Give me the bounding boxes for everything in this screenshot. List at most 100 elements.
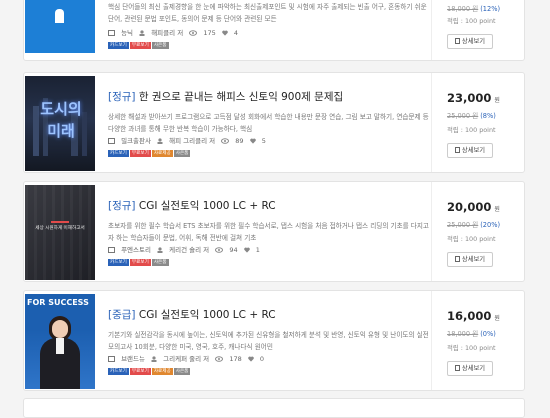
author-icon — [139, 30, 145, 38]
detail-button[interactable]: 상세보기 — [447, 252, 493, 267]
book-meta: 능닉 해피클리 저 175 4 — [108, 27, 242, 38]
original-price: 18,000 원 (0%) — [447, 330, 496, 338]
badges: 카드보기 무료보기 자료제공 사은품 — [108, 368, 191, 387]
detail-button[interactable]: 상세보기 — [447, 34, 493, 49]
discount-rate: (20%) — [480, 221, 501, 229]
level-tag: [정규] — [108, 91, 136, 103]
book-title[interactable]: [정규] 한 권으로 끝내는 해피스 신토익 900제 문제집 — [108, 89, 343, 104]
document-icon — [454, 36, 460, 49]
views-count: 175 — [203, 29, 216, 37]
likes-icon — [249, 138, 256, 146]
badge: 카드보기 — [108, 368, 129, 375]
book-card — [23, 398, 525, 418]
cover-title: 세상 시원하게 이해하고서 — [35, 226, 85, 231]
point-info: 적립 : 100 point — [447, 235, 496, 243]
book-description: 초보자를 위한 필수 학습서 ETS 초보자를 위한 필수 학습서로, 탭스 시… — [108, 222, 429, 242]
book-card: FOR SUCCESS [중급] CGI 실전토익 1000 LC + RC 기… — [23, 290, 525, 391]
price-panel: 16,000 원 18,000 원 (0%) 적립 : 100 point 상세보기 — [431, 291, 524, 390]
badge: 자료제공 — [151, 150, 173, 157]
price-panel: 23,000 원 25,000 원 (8%) 적립 : 100 point 상세보기 — [431, 73, 524, 172]
book-cover[interactable] — [25, 0, 95, 53]
publisher-icon — [108, 356, 115, 364]
badges: 카드보기 무료보기 사은품 — [108, 42, 170, 60]
level-tag: [중급] — [108, 309, 136, 321]
book-title[interactable]: [정규] CGI 실전토익 1000 LC + RC — [108, 198, 276, 213]
point-info: 적립 : 100 point — [447, 126, 496, 134]
author: 해피클리 저 — [151, 29, 184, 37]
price-panel: 20,000 원 25,000 원 (20%) 적립 : 100 point 상세보… — [431, 182, 524, 281]
views-count: 94 — [229, 246, 238, 254]
document-icon — [454, 145, 460, 158]
badge: 무료보기 — [129, 259, 151, 266]
original-price: 25,000 원 (8%) — [447, 112, 496, 120]
views-icon — [215, 356, 224, 364]
book-cover[interactable]: 세상 시원하게 이해하고서 — [25, 185, 95, 280]
book-description: 상세한 해설과 받아쓰기 프로그램으로 고득점 달성 회화에서 학습한 내용만 … — [108, 113, 429, 133]
discount-rate: (12%) — [480, 5, 501, 13]
author-icon — [157, 138, 163, 146]
likes-icon — [222, 30, 228, 38]
author: 그리케퍼 줄리 저 — [163, 355, 210, 363]
author: 케리건 숄리 저 — [169, 246, 210, 254]
badge: 사은품 — [173, 150, 191, 157]
author-icon — [151, 356, 157, 364]
book-card: 도시의 미래 [정규] 한 권으로 끝내는 해피스 신토익 900제 문제집 상… — [23, 72, 525, 173]
likes-count: 1 — [255, 246, 260, 254]
likes-count: 5 — [261, 137, 266, 145]
book-meta: 푸엔스토리 케리건 숄리 저 94 1 — [108, 244, 264, 255]
cover-title: FOR SUCCESS — [27, 298, 89, 307]
book-card: 세상 시원하게 이해하고서 [정규] CGI 실전토익 1000 LC + RC… — [23, 181, 525, 282]
badge: 사은품 — [151, 259, 169, 266]
book-meta: 밀크출판사 해피 그리클리 저 89 5 — [108, 135, 270, 146]
publisher-icon — [108, 247, 115, 255]
book-cover[interactable]: FOR SUCCESS — [25, 294, 95, 389]
point-info: 적립 : 100 point — [447, 344, 496, 352]
sale-price: 23,000 원 — [447, 91, 500, 105]
likes-icon — [243, 247, 250, 255]
views-count: 178 — [229, 355, 242, 363]
cover-logo-icon — [55, 9, 64, 23]
publisher: 푸엔스토리 — [121, 246, 151, 254]
views-count: 89 — [235, 137, 244, 145]
badge: 카드보기 — [108, 150, 129, 157]
book-description: 기본기와 실전감각을 동시에 높이는, 신토익에 추가된 신유형을 철저하게 분… — [108, 331, 429, 351]
original-price: 18,000 원 (12%) — [447, 5, 501, 13]
publisher: 브랜드뉴 — [121, 355, 145, 363]
book-cover[interactable]: 도시의 미래 — [25, 76, 95, 171]
badge: 무료보기 — [129, 150, 151, 157]
point-info: 적립 : 100 point — [447, 17, 496, 25]
book-meta: 브랜드뉴 그리케퍼 줄리 저 178 0 — [108, 353, 268, 364]
views-icon — [189, 30, 198, 38]
likes-count: 4 — [233, 29, 239, 37]
book-title[interactable]: [중급] CGI 실전토익 1000 LC + RC — [108, 307, 276, 322]
discount-rate: (0%) — [480, 330, 496, 338]
sale-price: 20,000 원 — [447, 200, 500, 214]
book-description: 핵심 단어들의 최신 출제경향을 한 눈에 파악하는 최신출제포인트 및 시험에… — [108, 3, 427, 23]
badges: 카드보기 무료보기 자료제공 사은품 — [108, 150, 191, 169]
document-icon — [454, 363, 460, 376]
publisher-icon — [108, 138, 115, 146]
original-price: 25,000 원 (20%) — [447, 221, 501, 229]
book-card: 핵심 단어들의 최신 출제경향을 한 눈에 파악하는 최신출제포인트 및 시험에… — [23, 0, 525, 61]
level-tag: [정규] — [108, 200, 136, 212]
views-icon — [215, 247, 224, 255]
document-icon — [454, 254, 460, 267]
badges: 카드보기 무료보기 사은품 — [108, 259, 170, 278]
badge: 사은품 — [151, 42, 169, 49]
author: 해피 그리클리 저 — [169, 137, 216, 145]
price-panel: 18,000 원 (12%) 적립 : 100 point 상세보기 — [431, 0, 524, 60]
badge: 무료보기 — [129, 368, 151, 375]
publisher-icon — [108, 30, 115, 38]
publisher: 밀크출판사 — [121, 137, 151, 145]
badge: 카드보기 — [108, 42, 129, 49]
badge: 카드보기 — [108, 259, 129, 266]
detail-button[interactable]: 상세보기 — [447, 143, 493, 158]
author-icon — [157, 247, 163, 255]
badge: 무료보기 — [129, 42, 151, 49]
badge: 사은품 — [173, 368, 191, 375]
likes-icon — [248, 356, 254, 364]
detail-button[interactable]: 상세보기 — [447, 361, 493, 376]
discount-rate: (8%) — [480, 112, 496, 120]
publisher: 능닉 — [121, 29, 134, 37]
cover-title: 도시의 미래 — [40, 100, 82, 140]
